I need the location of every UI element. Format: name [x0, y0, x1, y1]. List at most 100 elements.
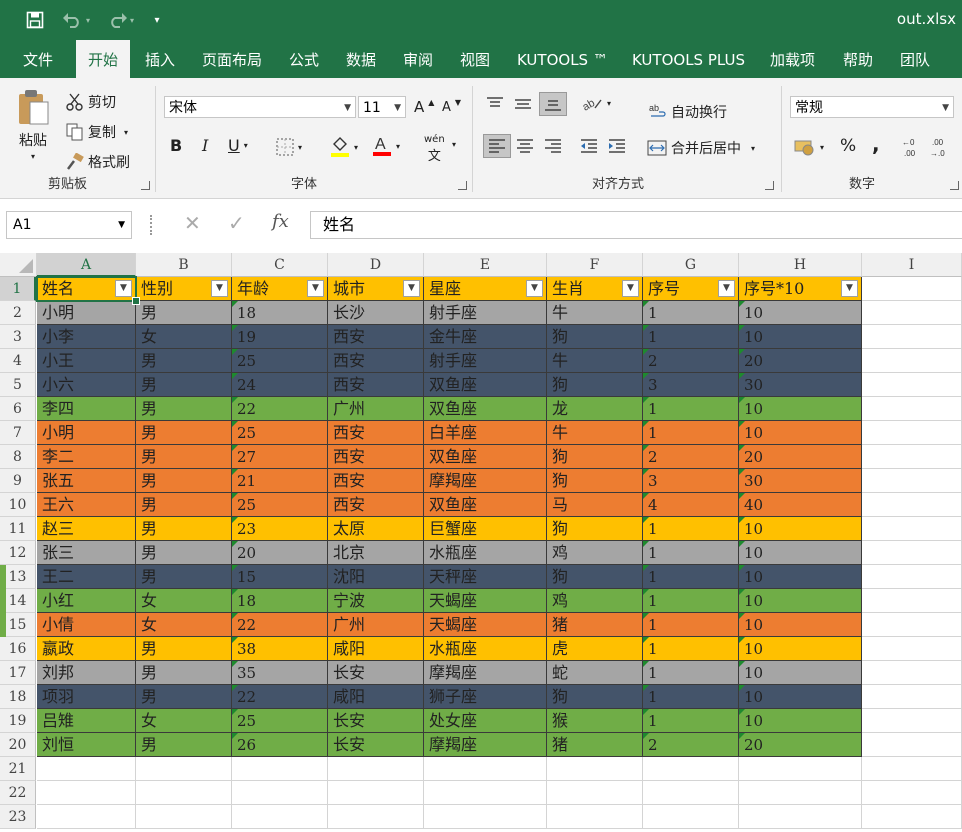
align-middle-button[interactable] — [513, 96, 533, 112]
font-name-select[interactable]: 宋体 ▼ — [164, 96, 356, 118]
formula-input[interactable]: 姓名 — [310, 211, 962, 239]
table-cell[interactable]: 广州 — [328, 613, 424, 637]
row-header-19[interactable]: 19 — [0, 709, 36, 733]
row-header-23[interactable]: 23 — [0, 805, 36, 829]
table-cell[interactable]: 男 — [136, 565, 232, 589]
font-size-select[interactable]: 11 ▼ — [358, 96, 406, 118]
tab-review[interactable]: 审阅 — [391, 40, 445, 78]
align-left-button[interactable] — [483, 134, 511, 158]
table-cell[interactable] — [739, 757, 862, 781]
table-cell[interactable]: 小红 — [37, 589, 136, 613]
table-cell[interactable]: 长安 — [328, 733, 424, 757]
table-cell[interactable]: 鸡 — [547, 541, 643, 565]
table-cell[interactable]: 巨蟹座 — [424, 517, 547, 541]
fill-handle[interactable] — [132, 297, 140, 305]
table-cell[interactable]: 1 — [643, 613, 739, 637]
table-cell[interactable] — [862, 469, 962, 493]
name-box[interactable]: A1 ▼ — [6, 211, 132, 239]
table-cell[interactable] — [862, 637, 962, 661]
tab-file[interactable]: 文件 — [11, 40, 65, 78]
table-cell[interactable]: 嬴政 — [37, 637, 136, 661]
table-cell[interactable]: 2 — [643, 733, 739, 757]
table-cell[interactable] — [643, 781, 739, 805]
row-header-8[interactable]: 8 — [0, 445, 36, 469]
table-cell[interactable]: 长沙 — [328, 301, 424, 325]
table-cell[interactable]: 狗 — [547, 565, 643, 589]
table-cell[interactable]: 广州 — [328, 397, 424, 421]
table-cell[interactable]: 西安 — [328, 325, 424, 349]
column-header-f[interactable]: F — [547, 253, 643, 277]
table-cell[interactable] — [37, 781, 136, 805]
orientation-button[interactable]: ab ▾ — [581, 94, 611, 112]
increase-indent-button[interactable] — [607, 138, 627, 154]
table-cell[interactable]: 20 — [739, 733, 862, 757]
column-header-a[interactable]: A — [37, 253, 136, 277]
header-cell[interactable]: 年龄 ▼ — [232, 277, 328, 301]
table-cell[interactable]: 北京 — [328, 541, 424, 565]
customize-toolbar-icon[interactable]: ▾ — [150, 8, 164, 32]
table-cell[interactable]: 马 — [547, 493, 643, 517]
table-cell[interactable]: 西安 — [328, 493, 424, 517]
table-cell[interactable]: 10 — [739, 661, 862, 685]
table-cell[interactable]: 1 — [643, 421, 739, 445]
table-cell[interactable]: 10 — [739, 637, 862, 661]
table-cell[interactable]: 10 — [739, 325, 862, 349]
tab-formulas[interactable]: 公式 — [277, 40, 331, 78]
table-cell[interactable]: 张三 — [37, 541, 136, 565]
italic-button[interactable]: I — [202, 136, 208, 155]
table-cell[interactable] — [862, 805, 962, 829]
tab-view[interactable]: 视图 — [448, 40, 502, 78]
accounting-format-button[interactable]: ▾ — [794, 138, 824, 156]
table-cell[interactable]: 35 — [232, 661, 328, 685]
insert-function-icon[interactable]: fx — [272, 211, 289, 232]
table-cell[interactable]: 男 — [136, 493, 232, 517]
column-header-g[interactable]: G — [643, 253, 739, 277]
table-cell[interactable]: 25 — [232, 709, 328, 733]
table-cell[interactable]: 26 — [232, 733, 328, 757]
table-cell[interactable]: 女 — [136, 325, 232, 349]
table-cell[interactable]: 女 — [136, 709, 232, 733]
table-cell[interactable]: 双鱼座 — [424, 397, 547, 421]
alignment-launcher-icon[interactable] — [765, 181, 774, 190]
table-cell[interactable]: 男 — [136, 733, 232, 757]
column-header-h[interactable]: H — [739, 253, 862, 277]
table-cell[interactable] — [643, 805, 739, 829]
row-header-20[interactable]: 20 — [0, 733, 36, 757]
filter-dropdown-icon[interactable]: ▼ — [403, 280, 420, 297]
paste-button[interactable]: 粘贴 ▾ — [16, 88, 50, 161]
align-top-button[interactable] — [485, 96, 505, 112]
table-cell[interactable] — [862, 541, 962, 565]
select-all-corner[interactable] — [0, 253, 37, 277]
font-launcher-icon[interactable] — [458, 181, 467, 190]
table-cell[interactable]: 西安 — [328, 373, 424, 397]
table-cell[interactable]: 摩羯座 — [424, 469, 547, 493]
tab-kutools-plus[interactable]: KUTOOLS PLUS — [620, 40, 757, 78]
table-cell[interactable]: 10 — [739, 685, 862, 709]
table-cell[interactable] — [136, 805, 232, 829]
table-cell[interactable]: 1 — [643, 589, 739, 613]
table-cell[interactable]: 10 — [739, 589, 862, 613]
table-cell[interactable]: 猪 — [547, 733, 643, 757]
format-painter-button[interactable]: 格式刷 — [66, 152, 130, 172]
table-cell[interactable]: 虎 — [547, 637, 643, 661]
tab-insert[interactable]: 插入 — [133, 40, 187, 78]
table-cell[interactable] — [862, 757, 962, 781]
table-cell[interactable] — [328, 781, 424, 805]
fill-color-button[interactable]: ▾ — [330, 136, 358, 158]
table-cell[interactable]: 狗 — [547, 685, 643, 709]
table-cell[interactable] — [424, 781, 547, 805]
table-cell[interactable]: 3 — [643, 373, 739, 397]
table-cell[interactable] — [862, 493, 962, 517]
table-cell[interactable]: 男 — [136, 397, 232, 421]
phonetic-button[interactable]: wén 文 — [424, 134, 445, 164]
tab-help[interactable]: 帮助 — [831, 40, 885, 78]
row-header-4[interactable]: 4 — [0, 349, 36, 373]
row-header-22[interactable]: 22 — [0, 781, 36, 805]
table-cell[interactable]: 水瓶座 — [424, 637, 547, 661]
row-header-1[interactable]: 1 — [0, 277, 36, 301]
table-cell[interactable]: 摩羯座 — [424, 733, 547, 757]
comma-button[interactable]: , — [872, 132, 880, 156]
table-cell[interactable]: 小李 — [37, 325, 136, 349]
table-cell[interactable]: 男 — [136, 661, 232, 685]
table-cell[interactable] — [328, 757, 424, 781]
